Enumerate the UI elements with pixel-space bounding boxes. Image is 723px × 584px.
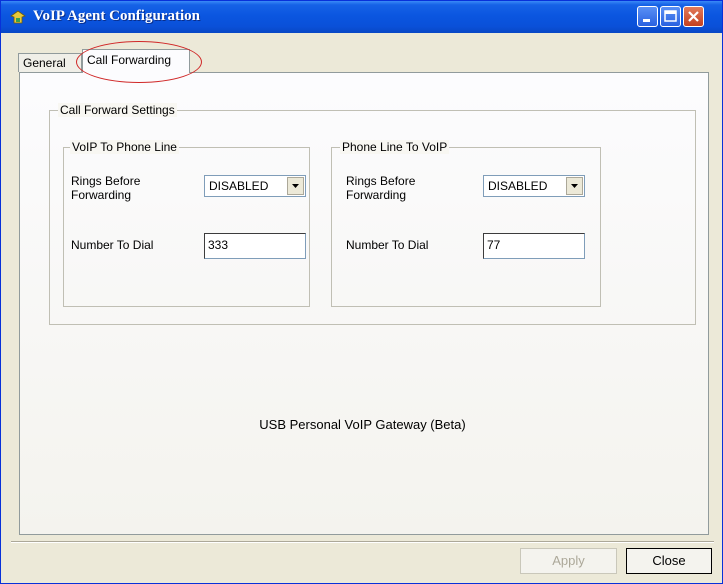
rings-select-value: DISABLED — [209, 179, 269, 193]
tab-general[interactable]: General — [18, 53, 82, 72]
apply-button[interactable]: Apply — [520, 548, 617, 574]
chevron-down-icon — [292, 184, 299, 188]
chevron-down-icon — [571, 184, 578, 188]
rings-before-forwarding-label: Rings Before Forwarding — [346, 174, 416, 202]
footer-divider — [11, 541, 714, 543]
voip-to-phone-group: VoIP To Phone Line Rings Before Forwardi… — [63, 140, 310, 307]
voip-to-phone-title: VoIP To Phone Line — [70, 140, 179, 154]
tab-general-label: General — [23, 56, 66, 70]
minimize-button[interactable] — [637, 6, 658, 27]
app-icon — [10, 10, 26, 24]
rings-before-forwarding-select[interactable]: DISABLED — [483, 175, 585, 197]
number-to-dial-input[interactable]: 77 — [483, 233, 585, 259]
maximize-button[interactable] — [660, 6, 681, 27]
tab-call-forwarding-label: Call Forwarding — [87, 53, 172, 67]
rings-before-forwarding-select[interactable]: DISABLED — [204, 175, 306, 197]
window-title: VoIP Agent Configuration — [33, 8, 200, 24]
tab-panel: Call Forward Settings VoIP To Phone Line… — [19, 72, 709, 535]
number-to-dial-input[interactable]: 333 — [204, 233, 306, 259]
dropdown-arrow-button[interactable] — [287, 177, 304, 195]
call-forward-settings-title: Call Forward Settings — [58, 103, 177, 117]
rings-before-forwarding-label: Rings Before Forwarding — [71, 174, 141, 202]
number-to-dial-label: Number To Dial — [346, 238, 429, 252]
call-forward-settings-group: Call Forward Settings VoIP To Phone Line… — [49, 103, 696, 325]
tab-call-forwarding[interactable]: Call Forwarding — [82, 49, 190, 73]
minimize-icon — [643, 19, 650, 22]
close-window-button[interactable] — [683, 6, 704, 27]
close-button[interactable]: Close — [626, 548, 712, 574]
title-bar[interactable]: VoIP Agent Configuration — [1, 1, 722, 33]
config-window: VoIP Agent Configuration General Call Fo… — [0, 0, 723, 584]
number-to-dial-label: Number To Dial — [71, 238, 154, 252]
phone-to-voip-group: Phone Line To VoIP Rings Before Forwardi… — [331, 140, 601, 307]
phone-to-voip-title: Phone Line To VoIP — [340, 140, 450, 154]
close-icon — [688, 11, 699, 22]
product-name-text: USB Personal VoIP Gateway (Beta) — [259, 417, 466, 432]
rings-select-value: DISABLED — [488, 179, 548, 193]
dropdown-arrow-button[interactable] — [566, 177, 583, 195]
maximize-icon — [664, 10, 677, 22]
